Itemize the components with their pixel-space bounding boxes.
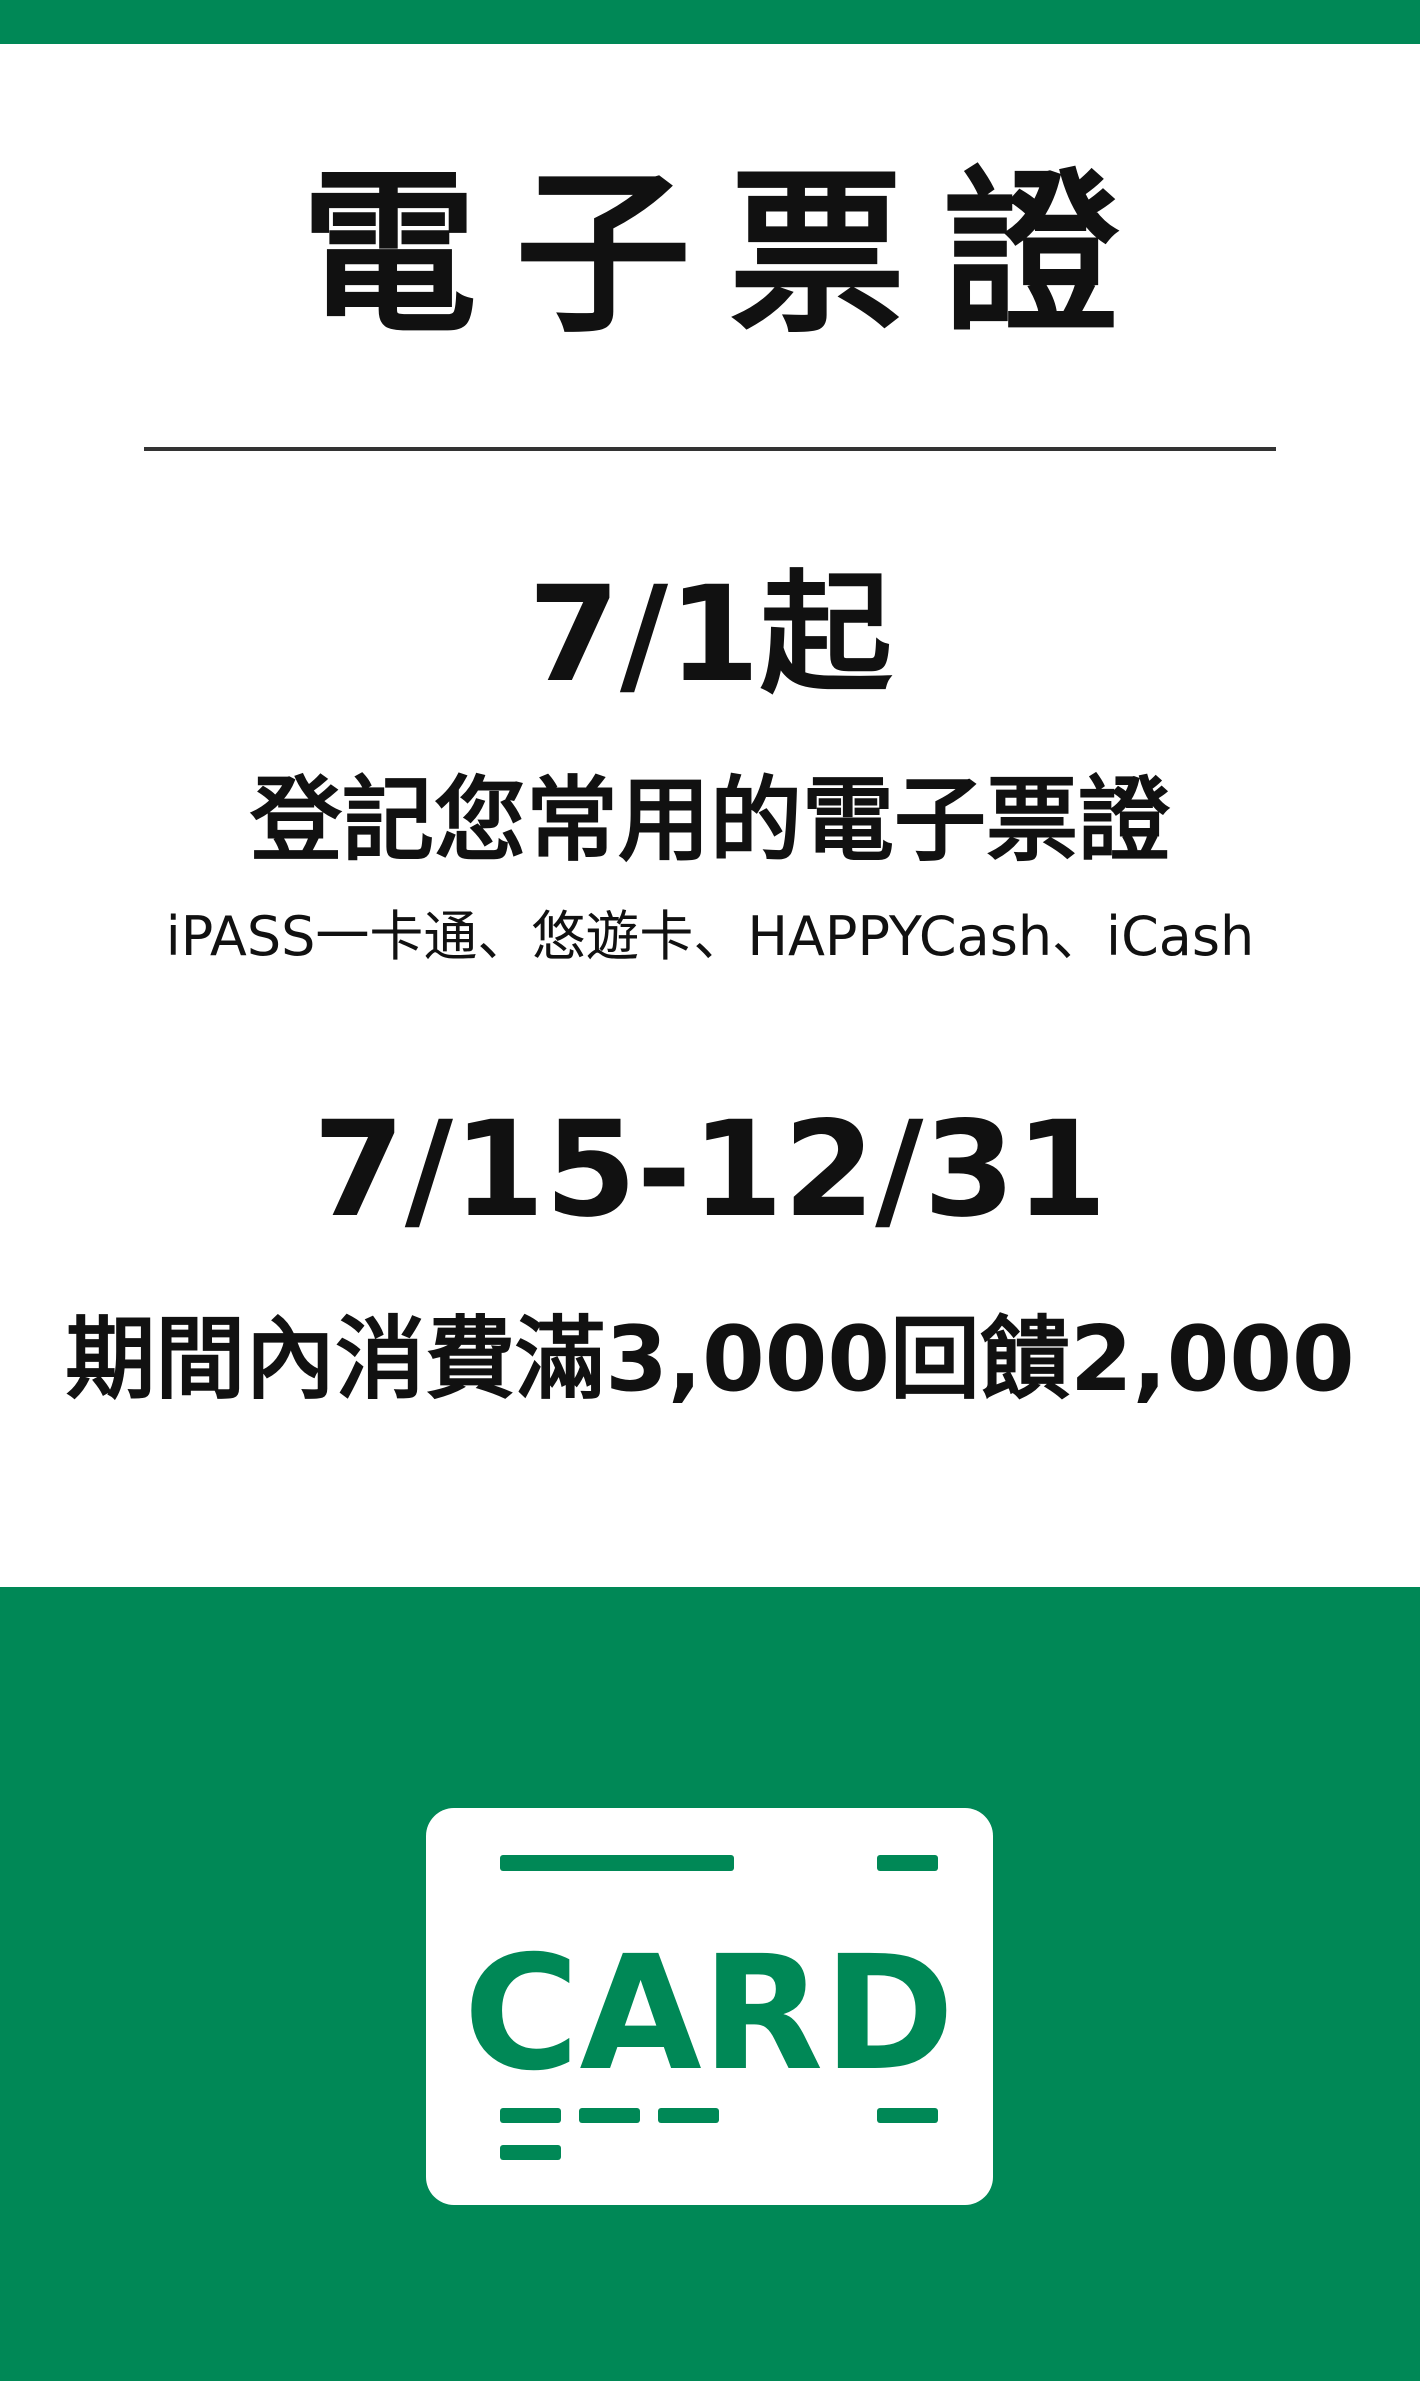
card-top-stripe-long xyxy=(500,1855,734,1871)
supported-cards-list: iPASS一卡通、悠遊卡、HAPPYCash、iCash xyxy=(165,905,1255,968)
card-bottom-dash-lower xyxy=(500,2145,561,2160)
title-divider xyxy=(144,447,1276,451)
card-top-stripe-short xyxy=(877,1855,938,1871)
card-bottom-dash-2 xyxy=(579,2108,640,2123)
card-icon: CARD xyxy=(426,1808,993,2205)
card-bottom-dash-3 xyxy=(658,2108,719,2123)
register-instruction: 登記您常用的電子票證 xyxy=(249,767,1170,874)
promotion-date-range: 7/15-12/31 xyxy=(312,1093,1108,1247)
card-icon-label: CARD xyxy=(463,1922,954,2106)
promo-poster: 電子票證 7/1起 登記您常用的電子票證 iPASS一卡通、悠遊卡、HAPPYC… xyxy=(0,0,1420,2381)
card-bottom-dash-1 xyxy=(500,2108,561,2123)
start-date: 7/1起 xyxy=(528,558,892,712)
page-title: 電子票證 xyxy=(300,152,1157,357)
reward-description: 期間內消費滿3,000回饋2,000 xyxy=(65,1307,1355,1412)
top-green-band xyxy=(0,0,1420,44)
card-bottom-dash-right xyxy=(877,2108,938,2123)
